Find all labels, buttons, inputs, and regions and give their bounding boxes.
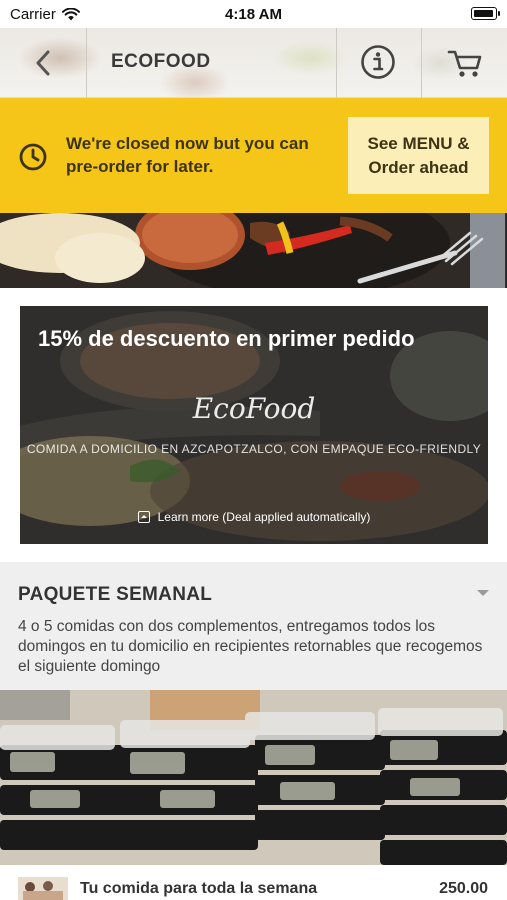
app-screen: Carrier 4:18 AM ECOFOOD We're closed now… — [0, 0, 507, 900]
product-name: Tu comida para toda la semana — [80, 880, 318, 897]
product-row[interactable]: Tu comida para toda la semana 250.00 — [0, 865, 507, 900]
nav-divider — [421, 28, 422, 98]
chevron-left-icon — [36, 50, 50, 76]
category-section[interactable]: PAQUETE SEMANAL 4 o 5 comidas con dos co… — [0, 562, 507, 690]
hero-image — [0, 213, 507, 288]
nav-divider — [86, 28, 87, 98]
chevron-down-icon[interactable] — [477, 590, 489, 596]
promo-subtitle: COMIDA A DOMICILIO EN AZCAPOTZALCO, CON … — [26, 442, 482, 456]
page-title: ECOFOOD — [111, 51, 211, 72]
learn-more-link[interactable]: Learn more (Deal applied automatically) — [20, 510, 488, 524]
nav-divider — [336, 28, 337, 98]
closed-banner: We're closed now but you can pre-order f… — [0, 98, 507, 213]
learn-more-label: Learn more (Deal applied automatically) — [157, 510, 371, 524]
closed-message: We're closed now but you can pre-order f… — [66, 134, 309, 176]
status-time: 4:18 AM — [225, 6, 282, 23]
info-icon — [361, 45, 395, 79]
cart-icon — [447, 50, 482, 77]
promo-title: 15% de descuento en primer pedido — [38, 326, 415, 351]
product-price: 250.00 — [439, 880, 488, 897]
section-title: PAQUETE SEMANAL — [18, 584, 213, 605]
product-thumbnail — [18, 877, 68, 900]
battery-icon — [471, 7, 500, 20]
clock-icon — [19, 143, 47, 171]
status-bar: Carrier 4:18 AM — [0, 0, 507, 28]
promo-card[interactable]: 15% de descuento en primer pedido EcoFoo… — [20, 306, 488, 544]
product-thumbnail-illustration — [18, 877, 68, 900]
cart-button[interactable] — [445, 44, 485, 80]
see-menu-button[interactable]: See MENU & Order ahead — [348, 117, 489, 194]
product-image[interactable] — [0, 690, 507, 865]
navigation-bar: ECOFOOD — [0, 28, 507, 98]
expand-icon — [137, 511, 150, 523]
promo-logo-text: EcoFood — [192, 392, 316, 425]
section-description: 4 o 5 comidas con dos complementos, entr… — [18, 618, 483, 675]
hero-food-illustration — [0, 213, 507, 288]
meal-containers-illustration — [0, 690, 507, 865]
info-button[interactable] — [360, 44, 396, 80]
back-button[interactable] — [26, 46, 60, 80]
